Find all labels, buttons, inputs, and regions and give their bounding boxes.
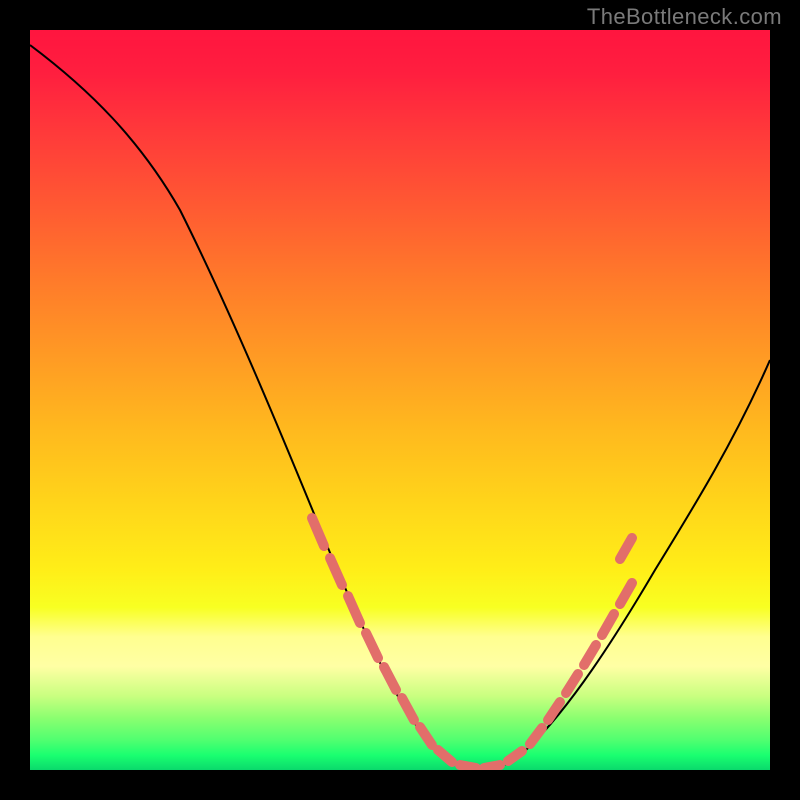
- dash-segment: [438, 750, 452, 762]
- left-curve: [30, 45, 480, 770]
- dash-segment: [508, 751, 522, 761]
- dash-group: [312, 518, 632, 768]
- dash-segment: [312, 518, 324, 546]
- dash-segment: [330, 558, 342, 585]
- dash-segment: [602, 614, 614, 635]
- dash-segment: [620, 538, 632, 559]
- dash-segment: [348, 596, 360, 623]
- dash-segment: [384, 667, 396, 690]
- dash-segment: [620, 583, 632, 604]
- chart-frame: TheBottleneck.com: [0, 0, 800, 800]
- dash-segment: [548, 702, 560, 720]
- dash-segment: [420, 727, 432, 745]
- chart-svg: [30, 30, 770, 770]
- dash-segment: [530, 728, 542, 744]
- right-curve: [480, 360, 770, 770]
- plot-area: [30, 30, 770, 770]
- dash-segment: [460, 765, 476, 768]
- dash-segment: [366, 633, 378, 658]
- watermark-text: TheBottleneck.com: [587, 4, 782, 30]
- dash-segment: [402, 698, 414, 720]
- dash-segment: [584, 645, 596, 665]
- dash-segment: [484, 765, 500, 768]
